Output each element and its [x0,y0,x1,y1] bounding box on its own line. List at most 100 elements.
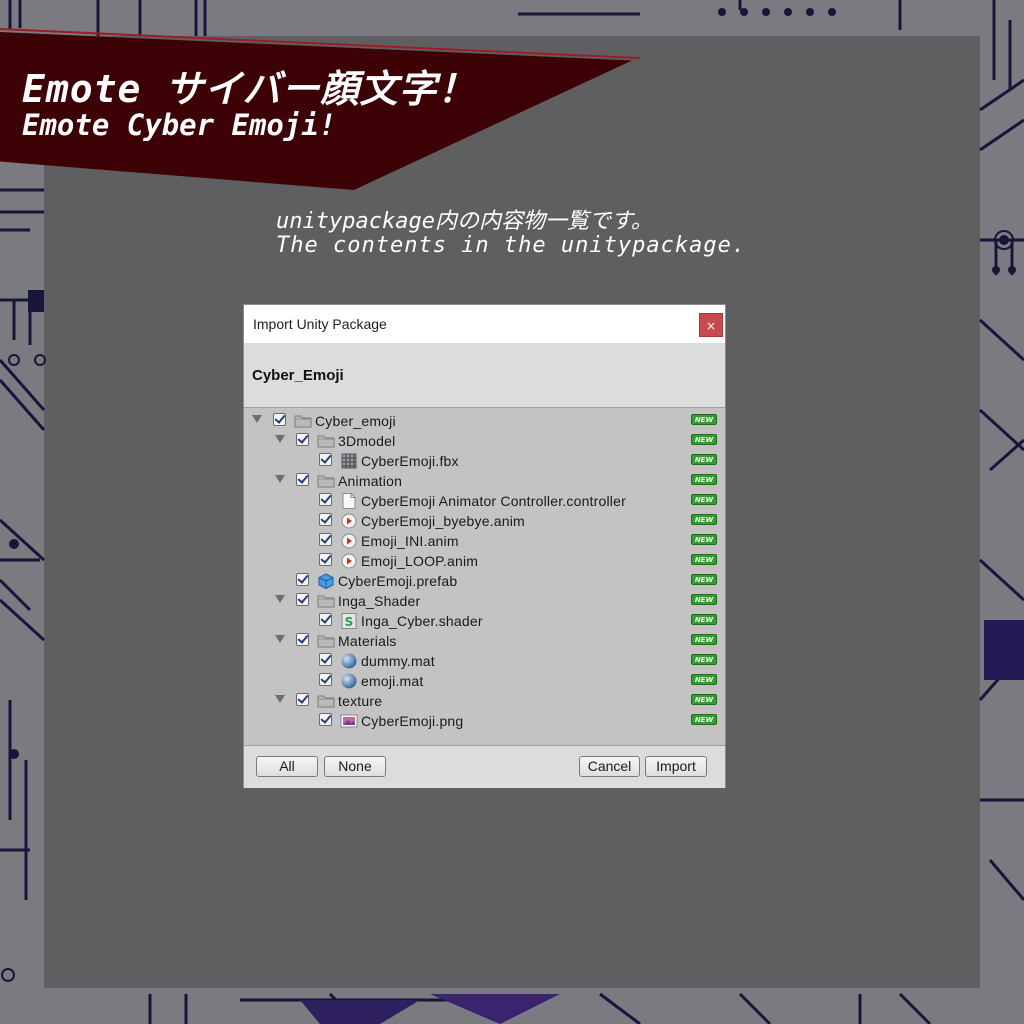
tree-item-label: Animation [338,473,403,489]
tree-row[interactable]: Inga_Shader NEW [244,591,725,611]
animation-icon [340,553,358,569]
item-checkbox[interactable] [319,553,332,566]
tree-item-label: CyberEmoji.fbx [361,453,459,469]
model-icon [340,453,358,469]
tree-item-label: CyberEmoji.prefab [338,573,458,589]
tree-row[interactable]: CyberEmoji.prefab NEW [244,571,725,591]
item-checkbox[interactable] [319,673,332,686]
dialog-footer: All None Cancel Import [244,745,725,788]
item-checkbox[interactable] [296,593,309,606]
tree-row[interactable]: CyberEmoji.png NEW [244,711,725,731]
folder-icon [294,413,312,429]
dialog-titlebar: Import Unity Package × [244,305,725,343]
folder-icon [317,593,335,609]
select-none-button[interactable]: None [324,756,386,777]
new-badge: NEW [691,434,717,445]
tree-item-label: 3Dmodel [338,433,396,449]
expand-arrow-icon[interactable] [275,695,285,703]
new-badge: NEW [691,614,717,625]
item-checkbox[interactable] [296,693,309,706]
new-badge: NEW [691,554,717,565]
tree-item-label: Inga_Cyber.shader [361,613,483,629]
package-name: Cyber_Emoji [252,367,344,384]
item-checkbox[interactable] [296,633,309,646]
new-badge: NEW [691,714,717,725]
material-icon [340,653,358,669]
cancel-button[interactable]: Cancel [579,756,640,777]
tree-row[interactable]: Animation NEW [244,471,725,491]
new-badge: NEW [691,494,717,505]
tree-item-label: CyberEmoji Animator Controller.controlle… [361,493,626,509]
tree-row[interactable]: Materials NEW [244,631,725,651]
expand-arrow-icon[interactable] [275,435,285,443]
asset-tree: Cyber_emoji NEW 3Dmodel NEW CyberEmoji.fbx NE… [244,408,725,744]
tree-row[interactable]: dummy.mat NEW [244,651,725,671]
item-checkbox[interactable] [296,433,309,446]
tree-item-label: Emoji_LOOP.anim [361,553,479,569]
import-package-dialog: Import Unity Package × Cyber_Emoji Cyber… [244,305,725,788]
subtitle-jp: unitypackage内の内容物一覧です。 [276,209,653,234]
item-checkbox[interactable] [319,613,332,626]
expand-arrow-icon[interactable] [252,415,262,423]
tree-row[interactable]: 3Dmodel NEW [244,431,725,451]
new-badge: NEW [691,634,717,645]
animation-icon [340,533,358,549]
folder-icon [317,473,335,489]
tree-item-label: Materials [338,633,397,649]
expand-arrow-icon[interactable] [275,635,285,643]
item-checkbox[interactable] [319,713,332,726]
tree-row[interactable]: Emoji_INI.anim NEW [244,531,725,551]
new-badge: NEW [691,694,717,705]
tree-row[interactable]: Cyber_emoji NEW [244,411,725,431]
item-checkbox[interactable] [296,473,309,486]
banner-title-jp: Emote サイバー顔文字！ [22,67,477,111]
item-checkbox[interactable] [319,533,332,546]
new-badge: NEW [691,674,717,685]
new-badge: NEW [691,454,717,465]
new-badge: NEW [691,414,717,425]
expand-arrow-icon[interactable] [275,595,285,603]
tree-row[interactable]: CyberEmoji_byebye.anim NEW [244,511,725,531]
item-checkbox[interactable] [296,573,309,586]
new-badge: NEW [691,574,717,585]
close-button[interactable]: × [699,313,723,337]
tree-row[interactable]: CyberEmoji.fbx NEW [244,451,725,471]
item-checkbox[interactable] [273,413,286,426]
expand-arrow-icon[interactable] [275,475,285,483]
item-checkbox[interactable] [319,513,332,526]
package-header: Cyber_Emoji [244,343,725,408]
svg-text:S: S [345,615,354,629]
shader-icon: S [340,613,358,629]
tree-row[interactable]: Emoji_LOOP.anim NEW [244,551,725,571]
tree-item-label: texture [338,693,383,709]
folder-icon [317,433,335,449]
new-badge: NEW [691,474,717,485]
animation-icon [340,513,358,529]
item-checkbox[interactable] [319,493,332,506]
banner-title-en: Emote Cyber Emoji! [22,108,337,142]
tree-item-label: Inga_Shader [338,593,421,609]
tree-row[interactable]: CyberEmoji Animator Controller.controlle… [244,491,725,511]
tree-item-label: CyberEmoji.png [361,713,464,729]
tree-item-label: Cyber_emoji [315,413,396,429]
import-button[interactable]: Import [645,756,707,777]
new-badge: NEW [691,534,717,545]
dialog-title: Import Unity Package [253,316,387,332]
folder-icon [317,693,335,709]
tree-row[interactable]: emoji.mat NEW [244,671,725,691]
item-checkbox[interactable] [319,653,332,666]
item-checkbox[interactable] [319,453,332,466]
new-badge: NEW [691,594,717,605]
select-all-button[interactable]: All [256,756,318,777]
tree-item-label: CyberEmoji_byebye.anim [361,513,525,529]
prefab-icon [317,573,335,590]
tree-item-label: Emoji_INI.anim [361,533,459,549]
material-icon [340,673,358,689]
folder-icon [317,633,335,649]
tree-row[interactable]: texture NEW [244,691,725,711]
texture-icon [340,713,358,729]
tree-item-label: dummy.mat [361,653,435,669]
tree-item-label: emoji.mat [361,673,424,689]
subtitle-en: The contents in the unitypackage. [276,233,747,258]
tree-row[interactable]: S Inga_Cyber.shader NEW [244,611,725,631]
